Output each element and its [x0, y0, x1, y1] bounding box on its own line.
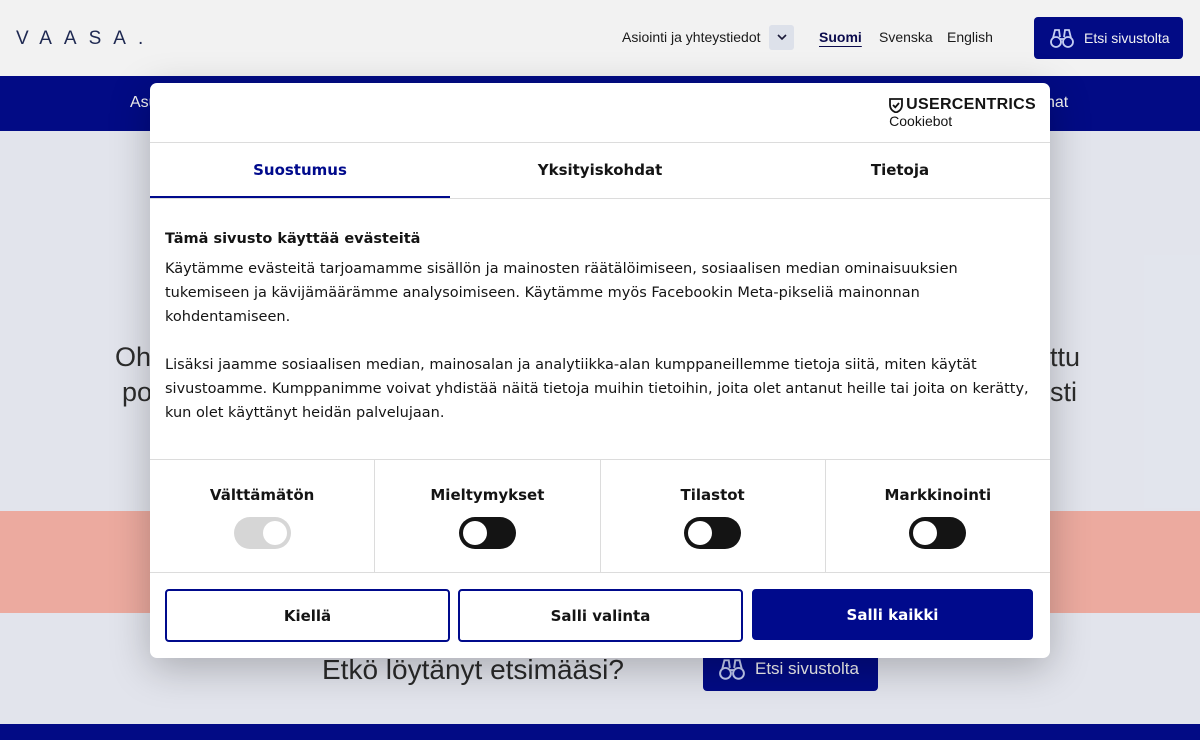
necessary-toggle [233, 517, 291, 549]
marketing-toggle[interactable] [909, 517, 967, 549]
category-label: Markkinointi [884, 486, 992, 504]
allow-all-button[interactable]: Salli kaikki [752, 589, 1033, 640]
consent-paragraph: Käytämme evästeitä tarjoamamme sisällön … [165, 261, 958, 325]
deny-button[interactable]: Kiellä [165, 589, 450, 642]
allow-selection-button[interactable]: Salli valinta [458, 589, 743, 642]
tab-details[interactable]: Yksityiskohdat [450, 143, 750, 198]
consent-categories: Välttämätön Mieltymykset Tilastot Markki… [150, 460, 1050, 573]
category-marketing: Markkinointi [826, 460, 1050, 572]
category-label: Välttämätön [209, 486, 315, 504]
brand-name: USERCENTRICS [906, 96, 1036, 113]
consent-body: Tämä sivusto käyttää evästeitä Käytämme … [150, 199, 1050, 460]
cookie-consent-dialog: USERCENTRICS Cookiebot Suostumus Yksityi… [150, 83, 1050, 658]
brand-sub: Cookiebot [889, 113, 953, 129]
dialog-header: USERCENTRICS Cookiebot [150, 83, 1050, 143]
usercentrics-logo[interactable]: USERCENTRICS Cookiebot [889, 96, 1036, 129]
category-necessary: Välttämätön [150, 460, 376, 572]
category-preferences: Mieltymykset [375, 460, 601, 572]
consent-paragraph: Lisäksi jaamme sosiaalisen median, maino… [165, 357, 1029, 421]
dialog-tabs: Suostumus Yksityiskohdat Tietoja [150, 143, 1050, 199]
statistics-toggle[interactable] [684, 517, 742, 549]
category-statistics: Tilastot [601, 460, 826, 572]
shield-check-icon [889, 97, 904, 113]
tab-about[interactable]: Tietoja [750, 143, 1050, 198]
preferences-toggle[interactable] [458, 517, 516, 549]
tab-consent[interactable]: Suostumus [150, 143, 450, 198]
category-label: Mieltymykset [430, 486, 545, 504]
consent-actions: Kiellä Salli valinta Salli kaikki [150, 573, 1050, 657]
category-label: Tilastot [680, 486, 745, 504]
consent-title: Tämä sivusto käyttää evästeitä [165, 231, 421, 247]
